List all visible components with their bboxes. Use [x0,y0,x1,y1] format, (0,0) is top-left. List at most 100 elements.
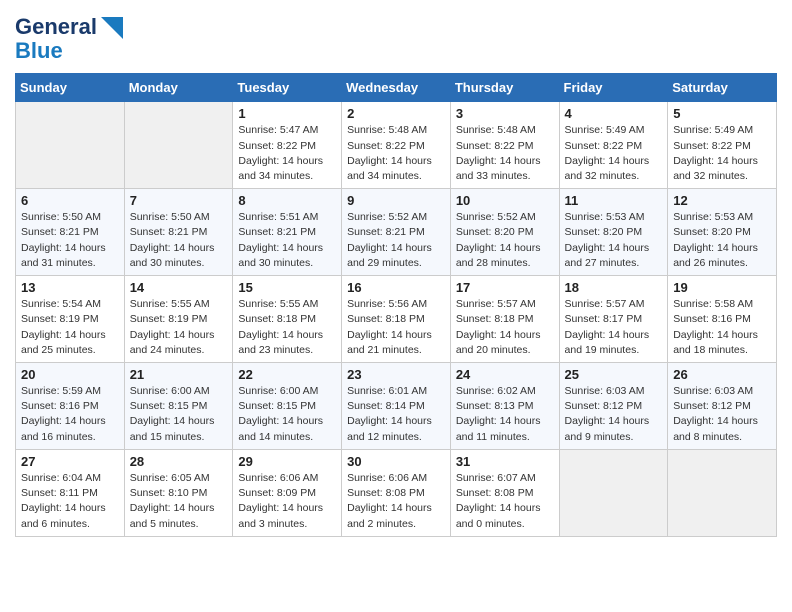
day-number: 17 [456,280,554,295]
calendar-cell: 4 Sunrise: 5:49 AM Sunset: 8:22 PM Daylig… [559,102,668,189]
day-info: Sunrise: 5:50 AM Sunset: 8:21 PM Dayligh… [21,210,119,271]
day-info: Sunrise: 5:50 AM Sunset: 8:21 PM Dayligh… [130,210,228,271]
day-info: Sunrise: 6:00 AM Sunset: 8:15 PM Dayligh… [130,384,228,445]
day-number: 29 [238,454,336,469]
day-number: 3 [456,106,554,121]
day-number: 19 [673,280,771,295]
calendar-cell: 29 Sunrise: 6:06 AM Sunset: 8:09 PM Dayli… [233,449,342,536]
day-info: Sunrise: 5:52 AM Sunset: 8:20 PM Dayligh… [456,210,554,271]
day-number: 13 [21,280,119,295]
day-info: Sunrise: 5:54 AM Sunset: 8:19 PM Dayligh… [21,297,119,358]
calendar-cell: 17 Sunrise: 5:57 AM Sunset: 8:18 PM Dayli… [450,276,559,363]
calendar-cell [124,102,233,189]
calendar-cell [668,449,777,536]
day-number: 14 [130,280,228,295]
calendar-cell: 14 Sunrise: 5:55 AM Sunset: 8:19 PM Dayli… [124,276,233,363]
day-number: 10 [456,193,554,208]
day-info: Sunrise: 6:01 AM Sunset: 8:14 PM Dayligh… [347,384,445,445]
days-header-row: SundayMondayTuesdayWednesdayThursdayFrid… [16,74,777,102]
day-number: 31 [456,454,554,469]
calendar-cell: 20 Sunrise: 5:59 AM Sunset: 8:16 PM Dayli… [16,363,125,450]
day-number: 11 [565,193,663,208]
day-info: Sunrise: 5:51 AM Sunset: 8:21 PM Dayligh… [238,210,336,271]
day-number: 8 [238,193,336,208]
calendar-cell: 18 Sunrise: 5:57 AM Sunset: 8:17 PM Dayli… [559,276,668,363]
day-number: 26 [673,367,771,382]
calendar-cell: 19 Sunrise: 5:58 AM Sunset: 8:16 PM Dayli… [668,276,777,363]
calendar-table: SundayMondayTuesdayWednesdayThursdayFrid… [15,73,777,536]
day-info: Sunrise: 5:57 AM Sunset: 8:17 PM Dayligh… [565,297,663,358]
day-info: Sunrise: 5:53 AM Sunset: 8:20 PM Dayligh… [565,210,663,271]
day-info: Sunrise: 6:06 AM Sunset: 8:09 PM Dayligh… [238,471,336,532]
day-info: Sunrise: 5:57 AM Sunset: 8:18 PM Dayligh… [456,297,554,358]
calendar-cell: 5 Sunrise: 5:49 AM Sunset: 8:22 PM Daylig… [668,102,777,189]
day-number: 9 [347,193,445,208]
week-row-2: 6 Sunrise: 5:50 AM Sunset: 8:21 PM Daylig… [16,189,777,276]
header-sunday: Sunday [16,74,125,102]
day-number: 4 [565,106,663,121]
day-number: 20 [21,367,119,382]
calendar-cell: 6 Sunrise: 5:50 AM Sunset: 8:21 PM Daylig… [16,189,125,276]
day-info: Sunrise: 5:53 AM Sunset: 8:20 PM Dayligh… [673,210,771,271]
day-info: Sunrise: 6:03 AM Sunset: 8:12 PM Dayligh… [565,384,663,445]
day-info: Sunrise: 5:48 AM Sunset: 8:22 PM Dayligh… [456,123,554,184]
day-number: 5 [673,106,771,121]
day-number: 24 [456,367,554,382]
day-number: 30 [347,454,445,469]
calendar-cell: 26 Sunrise: 6:03 AM Sunset: 8:12 PM Dayli… [668,363,777,450]
logo-arrow-icon [101,17,123,39]
week-row-5: 27 Sunrise: 6:04 AM Sunset: 8:11 PM Dayli… [16,449,777,536]
day-info: Sunrise: 5:56 AM Sunset: 8:18 PM Dayligh… [347,297,445,358]
calendar-cell: 31 Sunrise: 6:07 AM Sunset: 8:08 PM Dayli… [450,449,559,536]
day-number: 28 [130,454,228,469]
header-saturday: Saturday [668,74,777,102]
week-row-1: 1 Sunrise: 5:47 AM Sunset: 8:22 PM Daylig… [16,102,777,189]
calendar-cell: 30 Sunrise: 6:06 AM Sunset: 8:08 PM Dayli… [342,449,451,536]
day-info: Sunrise: 5:49 AM Sunset: 8:22 PM Dayligh… [565,123,663,184]
calendar-cell: 27 Sunrise: 6:04 AM Sunset: 8:11 PM Dayli… [16,449,125,536]
calendar-cell: 16 Sunrise: 5:56 AM Sunset: 8:18 PM Dayli… [342,276,451,363]
calendar-cell: 25 Sunrise: 6:03 AM Sunset: 8:12 PM Dayli… [559,363,668,450]
calendar-cell: 2Sunrise: 5:48 AM Sunset: 8:22 PM Daylig… [342,102,451,189]
day-number: 23 [347,367,445,382]
day-info: Sunrise: 5:59 AM Sunset: 8:16 PM Dayligh… [21,384,119,445]
day-number: 12 [673,193,771,208]
day-info: Sunrise: 6:06 AM Sunset: 8:08 PM Dayligh… [347,471,445,532]
calendar-cell: 8 Sunrise: 5:51 AM Sunset: 8:21 PM Daylig… [233,189,342,276]
header-wednesday: Wednesday [342,74,451,102]
day-number: 18 [565,280,663,295]
calendar-cell: 23 Sunrise: 6:01 AM Sunset: 8:14 PM Dayli… [342,363,451,450]
logo-blue: Blue [15,38,63,63]
day-number: 2 [347,106,445,121]
day-info: Sunrise: 6:04 AM Sunset: 8:11 PM Dayligh… [21,471,119,532]
calendar-cell: 12 Sunrise: 5:53 AM Sunset: 8:20 PM Dayli… [668,189,777,276]
logo: General Blue [15,15,123,63]
day-info: Sunrise: 5:55 AM Sunset: 8:19 PM Dayligh… [130,297,228,358]
day-info: Sunrise: 5:47 AM Sunset: 8:22 PM Dayligh… [238,123,336,184]
day-number: 1 [238,106,336,121]
day-number: 27 [21,454,119,469]
day-number: 21 [130,367,228,382]
header-tuesday: Tuesday [233,74,342,102]
header-thursday: Thursday [450,74,559,102]
day-info: Sunrise: 6:02 AM Sunset: 8:13 PM Dayligh… [456,384,554,445]
calendar-cell [559,449,668,536]
logo-text: General Blue [15,15,97,63]
week-row-4: 20 Sunrise: 5:59 AM Sunset: 8:16 PM Dayli… [16,363,777,450]
day-number: 6 [21,193,119,208]
calendar-cell: 15Sunrise: 5:55 AM Sunset: 8:18 PM Dayli… [233,276,342,363]
day-number: 16 [347,280,445,295]
calendar-cell [16,102,125,189]
day-info: Sunrise: 5:49 AM Sunset: 8:22 PM Dayligh… [673,123,771,184]
day-info: Sunrise: 5:58 AM Sunset: 8:16 PM Dayligh… [673,297,771,358]
calendar-cell: 7Sunrise: 5:50 AM Sunset: 8:21 PM Daylig… [124,189,233,276]
header-friday: Friday [559,74,668,102]
day-number: 25 [565,367,663,382]
logo-general: General [15,14,97,39]
day-info: Sunrise: 6:03 AM Sunset: 8:12 PM Dayligh… [673,384,771,445]
week-row-3: 13 Sunrise: 5:54 AM Sunset: 8:19 PM Dayli… [16,276,777,363]
day-info: Sunrise: 6:05 AM Sunset: 8:10 PM Dayligh… [130,471,228,532]
day-info: Sunrise: 5:52 AM Sunset: 8:21 PM Dayligh… [347,210,445,271]
day-info: Sunrise: 6:07 AM Sunset: 8:08 PM Dayligh… [456,471,554,532]
calendar-cell: 28 Sunrise: 6:05 AM Sunset: 8:10 PM Dayli… [124,449,233,536]
